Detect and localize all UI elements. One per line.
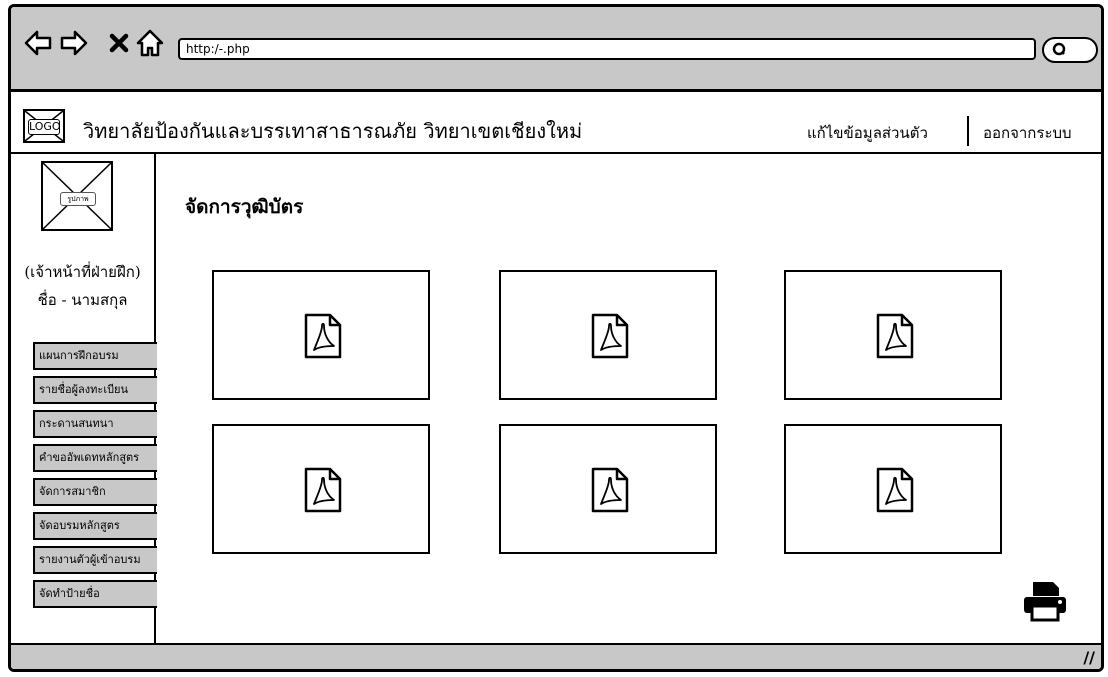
sidebar-menu: แผนการฝึกอบรม รายชื่อผู้ลงทะเบียน กระดาน… [33,342,157,614]
search-icon [1052,42,1066,56]
forward-arrow-icon[interactable] [59,25,89,61]
header-divider [967,116,969,146]
certificate-card[interactable] [499,270,717,400]
sidebar-item-name-badges[interactable]: จัดทำป้ายชื่อ [33,580,157,608]
certificate-card[interactable] [212,270,430,400]
page-title: จัดการวุฒิบัตร [185,196,304,218]
site-header: LOGO วิทยาลัยป้องกันและบรรเทาสาธารณภัย ว… [11,92,1101,154]
printer-icon[interactable] [1021,579,1069,623]
url-bar[interactable]: http:/-.php [178,38,1036,60]
sidebar-item-organize-course[interactable]: จัดอบรมหลักสูตร [33,512,157,540]
pdf-file-icon [876,467,914,513]
certificate-card[interactable] [499,424,717,554]
browser-window: http:/-.php LOGO วิทยาลัยป้องกันและบรรเท… [8,4,1104,672]
certificate-card[interactable] [212,424,430,554]
avatar-label: รูปภาพ [60,192,96,206]
sidebar-item-manage-members[interactable]: จัดการสมาชิก [33,478,157,506]
status-bar: // [11,643,1101,669]
sidebar-item-trainee-check-in[interactable]: รายงานตัวผู้เข้าอบรม [33,546,157,574]
logout-link[interactable]: ออกจากระบบ [983,121,1072,145]
sidebar-item-registrants[interactable]: รายชื่อผู้ลงทะเบียน [33,376,157,404]
browser-toolbar: http:/-.php [11,7,1101,92]
sidebar-item-discussion-board[interactable]: กระดานสนทนา [33,410,157,438]
resize-handle-icon[interactable]: // [1083,648,1095,667]
avatar: รูปภาพ [41,161,113,231]
browser-search-button[interactable] [1042,37,1098,63]
edit-profile-link[interactable]: แก้ไขข้อมูลส่วนตัว [807,121,928,145]
logo-text: LOGO [28,119,61,135]
pdf-file-icon [591,313,629,359]
pdf-file-icon [591,467,629,513]
logo[interactable]: LOGO [23,109,65,143]
sidebar-item-course-update-requests[interactable]: คำขออัพเดทหลักสูตร [33,444,157,472]
back-arrow-icon[interactable] [23,25,53,61]
certificate-card[interactable] [784,270,1002,400]
user-role: (เจ้าหน้าที่ฝ่ายฝึก) [24,263,141,281]
sidebar: รูปภาพ (เจ้าหน้าที่ฝ่ายฝึก) ชื่อ - นามสก… [11,154,157,643]
pdf-file-icon [304,467,342,513]
sidebar-item-training-plan[interactable]: แผนการฝึกอบรม [33,342,157,370]
pdf-file-icon [876,313,914,359]
pdf-file-icon [304,313,342,359]
stop-x-icon[interactable] [109,25,129,61]
certificate-card[interactable] [784,424,1002,554]
site-title: วิทยาลัยป้องกันและบรรเทาสาธารณภัย วิทยาเ… [83,119,583,143]
home-icon[interactable] [135,25,165,61]
user-name: ชื่อ - นามสกุล [37,291,128,309]
